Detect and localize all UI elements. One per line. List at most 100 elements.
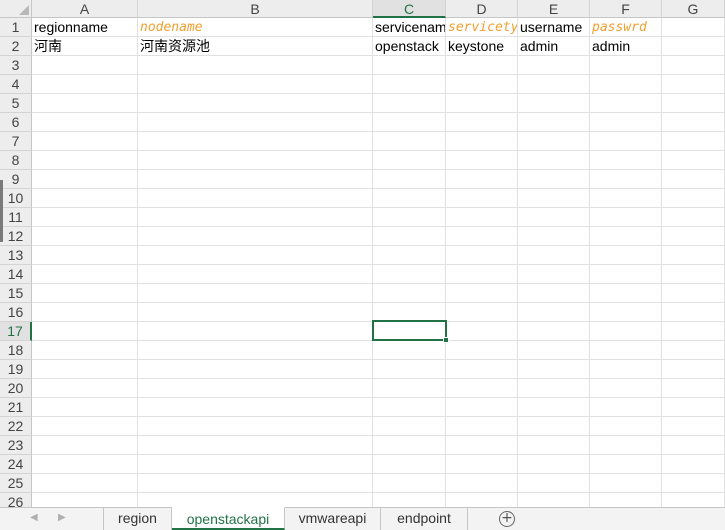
cell-a23[interactable] <box>32 436 138 455</box>
cell-e15[interactable] <box>518 284 590 303</box>
cell-d10[interactable] <box>446 189 518 208</box>
row-header-17[interactable]: 17 <box>0 322 32 341</box>
cell-a1[interactable]: regionname <box>32 18 138 37</box>
cell-d25[interactable] <box>446 474 518 493</box>
cell-b17[interactable] <box>138 322 373 341</box>
cell-f17[interactable] <box>590 322 662 341</box>
cell-a11[interactable] <box>32 208 138 227</box>
cell-f7[interactable] <box>590 132 662 151</box>
cell-c22[interactable] <box>373 417 446 436</box>
tab-endpoint[interactable]: endpoint <box>381 507 468 530</box>
cell-e17[interactable] <box>518 322 590 341</box>
cell-a16[interactable] <box>32 303 138 322</box>
cell-g21[interactable] <box>662 398 725 417</box>
cell-g11[interactable] <box>662 208 725 227</box>
cell-a25[interactable] <box>32 474 138 493</box>
cell-e20[interactable] <box>518 379 590 398</box>
cell-d5[interactable] <box>446 94 518 113</box>
cell-d8[interactable] <box>446 151 518 170</box>
cell-f19[interactable] <box>590 360 662 379</box>
cell-c7[interactable] <box>373 132 446 151</box>
cell-g6[interactable] <box>662 113 725 132</box>
cell-e8[interactable] <box>518 151 590 170</box>
cell-c13[interactable] <box>373 246 446 265</box>
cell-e16[interactable] <box>518 303 590 322</box>
cell-a9[interactable] <box>32 170 138 189</box>
cell-e25[interactable] <box>518 474 590 493</box>
cell-c16[interactable] <box>373 303 446 322</box>
row-header-9[interactable]: 9 <box>0 170 32 189</box>
row-header-2[interactable]: 2 <box>0 37 32 56</box>
row-header-26[interactable]: 26 <box>0 493 32 507</box>
cell-d3[interactable] <box>446 56 518 75</box>
cell-d19[interactable] <box>446 360 518 379</box>
cell-b19[interactable] <box>138 360 373 379</box>
cell-g24[interactable] <box>662 455 725 474</box>
row-header-12[interactable]: 12 <box>0 227 32 246</box>
cell-d7[interactable] <box>446 132 518 151</box>
cell-f12[interactable] <box>590 227 662 246</box>
cell-a8[interactable] <box>32 151 138 170</box>
cell-g10[interactable] <box>662 189 725 208</box>
cell-c4[interactable] <box>373 75 446 94</box>
row-header-10[interactable]: 10 <box>0 189 32 208</box>
cell-b16[interactable] <box>138 303 373 322</box>
cell-f16[interactable] <box>590 303 662 322</box>
cell-f2[interactable]: admin <box>590 37 662 56</box>
cell-g16[interactable] <box>662 303 725 322</box>
cell-a20[interactable] <box>32 379 138 398</box>
column-header-f[interactable]: F <box>590 0 662 18</box>
cell-b10[interactable] <box>138 189 373 208</box>
cell-a3[interactable] <box>32 56 138 75</box>
cell-b4[interactable] <box>138 75 373 94</box>
cell-c10[interactable] <box>373 189 446 208</box>
cell-a7[interactable] <box>32 132 138 151</box>
cell-d13[interactable] <box>446 246 518 265</box>
cell-b1[interactable]: nodename <box>138 18 373 37</box>
cell-b3[interactable] <box>138 56 373 75</box>
cell-c1[interactable]: servicenam <box>373 18 446 37</box>
cell-c24[interactable] <box>373 455 446 474</box>
cell-f26[interactable] <box>590 493 662 507</box>
cell-b8[interactable] <box>138 151 373 170</box>
cell-f5[interactable] <box>590 94 662 113</box>
cell-b18[interactable] <box>138 341 373 360</box>
cell-c5[interactable] <box>373 94 446 113</box>
cell-d2[interactable]: keystone <box>446 37 518 56</box>
cell-d16[interactable] <box>446 303 518 322</box>
cell-b26[interactable] <box>138 493 373 507</box>
cell-a17[interactable] <box>32 322 138 341</box>
cell-a4[interactable] <box>32 75 138 94</box>
cell-g3[interactable] <box>662 56 725 75</box>
next-sheet-icon[interactable]: ▶ <box>58 512 66 523</box>
cell-e19[interactable] <box>518 360 590 379</box>
cell-f22[interactable] <box>590 417 662 436</box>
row-header-18[interactable]: 18 <box>0 341 32 360</box>
column-header-e[interactable]: E <box>518 0 590 18</box>
cell-a18[interactable] <box>32 341 138 360</box>
cell-b21[interactable] <box>138 398 373 417</box>
cell-g5[interactable] <box>662 94 725 113</box>
cell-g4[interactable] <box>662 75 725 94</box>
cell-b23[interactable] <box>138 436 373 455</box>
cell-b20[interactable] <box>138 379 373 398</box>
cell-a22[interactable] <box>32 417 138 436</box>
cell-e13[interactable] <box>518 246 590 265</box>
cell-f14[interactable] <box>590 265 662 284</box>
cell-e1[interactable]: username <box>518 18 590 37</box>
cell-g18[interactable] <box>662 341 725 360</box>
cell-d1[interactable]: servicety <box>446 18 518 37</box>
cell-c15[interactable] <box>373 284 446 303</box>
cell-c12[interactable] <box>373 227 446 246</box>
cell-a10[interactable] <box>32 189 138 208</box>
cell-g19[interactable] <box>662 360 725 379</box>
tab-vmwareapi[interactable]: vmwareapi <box>285 507 381 530</box>
tab-region[interactable]: region <box>103 507 172 530</box>
cell-a6[interactable] <box>32 113 138 132</box>
cell-d22[interactable] <box>446 417 518 436</box>
cell-d15[interactable] <box>446 284 518 303</box>
column-header-a[interactable]: A <box>32 0 138 18</box>
cell-b24[interactable] <box>138 455 373 474</box>
cell-e26[interactable] <box>518 493 590 507</box>
cell-d17[interactable] <box>446 322 518 341</box>
